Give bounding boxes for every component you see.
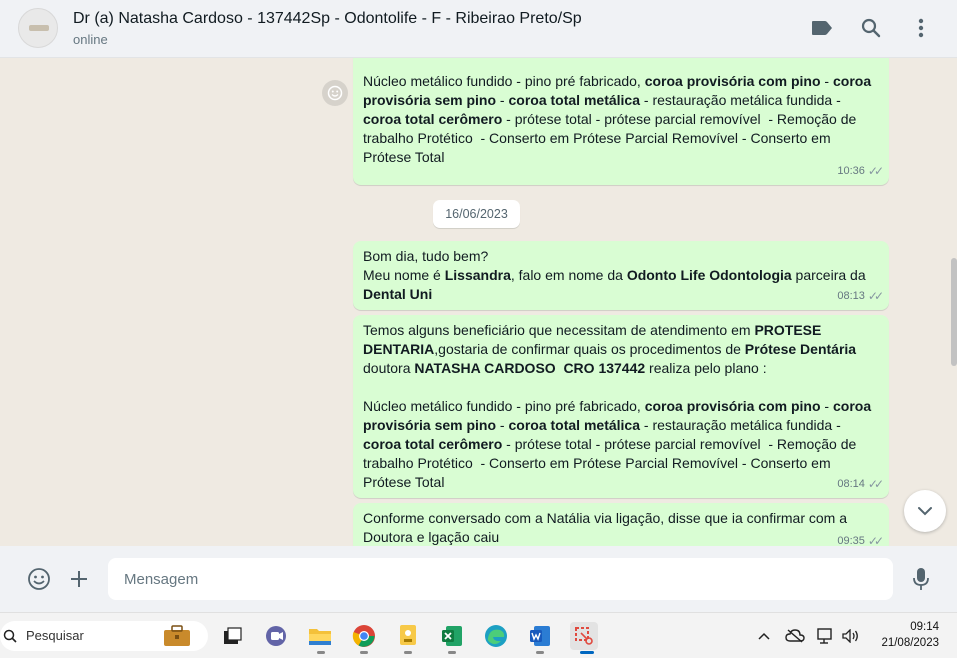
message-text: Bom dia, tudo bem? Meu nome é Lissandra,…	[363, 247, 879, 304]
text-run: -	[496, 417, 509, 433]
system-clock[interactable]: 09:14 21/08/2023	[881, 619, 939, 651]
bold-text: Prótese Dentária	[744, 341, 857, 357]
active-app-indicator	[317, 651, 325, 654]
chevron-down-icon	[918, 507, 932, 516]
text-run: ,gostaria de confirmar quais os procedim…	[434, 341, 745, 357]
chrome-icon[interactable]	[350, 622, 378, 650]
clock-time: 09:14	[910, 621, 939, 633]
bold-text: coroa total metálica	[508, 417, 641, 433]
scroll-to-bottom-button[interactable]	[904, 490, 946, 532]
chat-header[interactable]: Dr (a) Natasha Cardoso - 137442Sp - Odon…	[0, 0, 957, 58]
task-view-icon[interactable]	[218, 622, 246, 650]
message-time: 08:13	[837, 290, 865, 302]
active-app-indicator	[580, 651, 594, 654]
label-icon[interactable]	[810, 16, 834, 40]
bold-text: NATASHA CARDOSO CRO 137442	[414, 360, 646, 376]
message-bubble[interactable]: Núcleo metálico fundido - pino pré fabri…	[353, 58, 889, 185]
search-icon	[3, 629, 17, 643]
clock-date: 21/08/2023	[881, 637, 939, 649]
sticky-notes-icon[interactable]	[394, 622, 422, 650]
briefcase-icon	[164, 625, 190, 646]
text-run: - restauração metálica fundida -	[640, 92, 845, 108]
text-run: - restauração metálica fundida -	[640, 417, 845, 433]
contact-name[interactable]: Dr (a) Natasha Cardoso - 137442Sp - Odon…	[73, 10, 582, 28]
message-input[interactable]	[108, 558, 893, 600]
delivered-ticks-icon: ✓✓	[867, 289, 884, 303]
word-icon[interactable]	[526, 622, 554, 650]
bold-text: Odonto Life Odontologia	[626, 267, 792, 283]
emoji-icon[interactable]	[26, 566, 52, 592]
contact-avatar[interactable]	[18, 8, 58, 48]
message-meta: 10:36 ✓✓	[837, 162, 884, 181]
chat-scrollbar[interactable]	[951, 258, 957, 366]
bold-text: coroa provisória com pino	[644, 73, 821, 89]
bold-text: coroa total cerômero	[363, 436, 503, 452]
taskbar-search-label: Pesquisar	[26, 628, 84, 643]
delivered-ticks-icon: ✓✓	[867, 534, 884, 546]
volume-icon[interactable]	[841, 626, 861, 646]
taskbar-search-box[interactable]: Pesquisar	[0, 621, 208, 651]
message-composer	[0, 546, 957, 612]
message-text: Conforme conversado com a Natália via li…	[363, 509, 879, 546]
microphone-icon[interactable]	[908, 566, 934, 592]
chevron-up-icon[interactable]	[754, 626, 774, 646]
bold-text: coroa provisória com pino	[644, 398, 821, 414]
edge-icon[interactable]	[482, 622, 510, 650]
date-divider: 16/06/2023	[433, 200, 520, 228]
active-app-indicator	[448, 651, 456, 654]
active-app-indicator	[404, 651, 412, 654]
cloud-offline-icon[interactable]	[785, 626, 805, 646]
message-time: 10:36	[837, 165, 865, 177]
text-run: parceira da	[791, 267, 870, 283]
snipping-tool-icon[interactable]	[570, 622, 598, 650]
delivered-ticks-icon: ✓✓	[867, 164, 884, 178]
delivered-ticks-icon: ✓✓	[867, 477, 884, 491]
text-run: Conforme conversado com a Natália via li…	[363, 510, 851, 545]
contact-status: online	[73, 32, 108, 47]
active-app-indicator	[360, 651, 368, 654]
bold-text: coroa total cerômero	[363, 111, 503, 127]
bold-text: coroa total metálica	[508, 92, 641, 108]
active-app-indicator	[536, 651, 544, 654]
message-time: 08:14	[837, 478, 865, 490]
text-run: -	[820, 73, 833, 89]
windows-taskbar: Pesquisar 09:14 21/08/2023	[0, 612, 957, 658]
excel-icon[interactable]	[438, 622, 466, 650]
text-run: Temos alguns beneficiário que necessitam…	[363, 322, 755, 338]
text-run: , falo em nome da	[510, 267, 627, 283]
message-meta: 08:14 ✓✓	[837, 475, 884, 494]
file-explorer-icon[interactable]	[306, 622, 334, 650]
message-meta: 08:13 ✓✓	[837, 287, 884, 306]
conversation-panel[interactable]: Núcleo metálico fundido - pino pré fabri…	[0, 58, 957, 546]
search-icon[interactable]	[859, 16, 883, 40]
text-run: -	[496, 92, 509, 108]
message-time: 09:35	[837, 535, 865, 546]
text-run: -	[820, 398, 833, 414]
message-bubble[interactable]: Bom dia, tudo bem? Meu nome é Lissandra,…	[353, 241, 889, 310]
network-icon[interactable]	[816, 626, 836, 646]
message-text: Núcleo metálico fundido - pino pré fabri…	[363, 72, 879, 167]
message-meta: 09:35 ✓✓	[837, 532, 884, 546]
message-text: Temos alguns beneficiário que necessitam…	[363, 321, 879, 492]
bold-text: Dental Uni	[363, 286, 433, 302]
emoji-reaction-icon[interactable]	[322, 80, 348, 106]
message-bubble[interactable]: Temos alguns beneficiário que necessitam…	[353, 315, 889, 498]
message-bubble[interactable]: Conforme conversado com a Natália via li…	[353, 503, 889, 546]
bold-text: Lissandra	[444, 267, 511, 283]
teams-icon[interactable]	[262, 622, 290, 650]
attach-plus-icon[interactable]	[66, 566, 92, 592]
menu-icon[interactable]	[909, 16, 933, 40]
text-run: Núcleo metálico fundido - pino pré fabri…	[363, 73, 645, 89]
